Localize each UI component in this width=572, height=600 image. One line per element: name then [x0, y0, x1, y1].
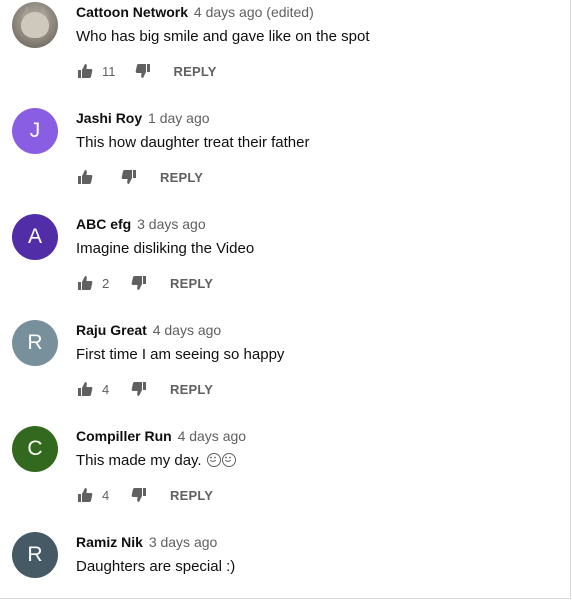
comment-author[interactable]: ABC efg — [76, 216, 131, 232]
comment-header: Raju Great 4 days ago — [76, 322, 221, 338]
reply-button[interactable]: REPLY — [160, 170, 203, 185]
comment-item: J Jashi Roy 1 day ago This how daughter … — [0, 106, 572, 212]
thumbs-up-icon[interactable] — [76, 168, 94, 186]
thumbs-down-icon[interactable] — [130, 380, 148, 398]
reply-button[interactable]: REPLY — [170, 488, 213, 503]
reply-button[interactable]: REPLY — [174, 64, 217, 79]
thumbs-down-icon[interactable] — [130, 486, 148, 504]
comment-time[interactable]: 4 days ago — [178, 428, 247, 444]
comment-item: R Ramiz Nik 3 days ago Daughters are spe… — [0, 530, 572, 598]
avatar[interactable]: C — [12, 426, 58, 472]
avatar-letter: C — [27, 437, 43, 460]
comment-text: Daughters are special :) — [76, 558, 236, 575]
reply-button[interactable]: REPLY — [170, 276, 213, 291]
avatar[interactable]: A — [12, 214, 58, 260]
thumbs-down-icon[interactable] — [134, 62, 152, 80]
comment-item: Cattoon Network 4 days ago (edited) Who … — [0, 0, 572, 106]
comment-header: Jashi Roy 1 day ago — [76, 110, 210, 126]
comment-time[interactable]: 3 days ago — [149, 534, 218, 550]
comment-author[interactable]: Raju Great — [76, 322, 147, 338]
avatar[interactable] — [12, 2, 58, 48]
comment-author[interactable]: Jashi Roy — [76, 110, 142, 126]
reply-button[interactable]: REPLY — [170, 382, 213, 397]
thumbs-up-icon[interactable] — [76, 486, 94, 504]
comment-actions: 4 REPLY — [76, 379, 213, 399]
comment-actions: 4 REPLY — [76, 485, 213, 505]
like-count: 4 — [102, 381, 110, 397]
thumbs-up-icon[interactable] — [76, 380, 94, 398]
comment-header: ABC efg 3 days ago — [76, 216, 206, 232]
thumbs-down-icon[interactable] — [120, 168, 138, 186]
comment-time[interactable]: 4 days ago (edited) — [194, 4, 314, 20]
thumbs-up-icon[interactable] — [76, 62, 94, 80]
avatar-letter: R — [27, 543, 43, 566]
comment-text: First time I am seeing so happy — [76, 346, 285, 363]
avatar-letter: J — [29, 119, 41, 142]
comment-text-row: This made my day. — [76, 452, 236, 470]
like-count: 11 — [102, 63, 116, 79]
comment-time[interactable]: 4 days ago — [153, 322, 222, 338]
comments-panel: Cattoon Network 4 days ago (edited) Who … — [0, 0, 571, 599]
comment-text: This how daughter treat their father — [76, 134, 310, 151]
comment-text: Who has big smile and gave like on the s… — [76, 28, 370, 45]
comment-author[interactable]: Cattoon Network — [76, 4, 188, 20]
avatar[interactable]: J — [12, 108, 58, 154]
avatar[interactable]: R — [12, 532, 58, 578]
comment-author[interactable]: Compiller Run — [76, 428, 172, 444]
like-count: 2 — [102, 275, 110, 291]
smiley-icon — [206, 453, 221, 467]
avatar-letter: A — [27, 225, 42, 248]
comment-actions: 2 REPLY — [76, 273, 213, 293]
smiley-icon — [221, 453, 236, 467]
like-count: 4 — [102, 487, 110, 503]
cat-photo-avatar — [21, 12, 49, 38]
thumbs-down-icon[interactable] — [130, 274, 148, 292]
comment-item: A ABC efg 3 days ago Imagine disliking t… — [0, 212, 572, 318]
comment-time[interactable]: 3 days ago — [137, 216, 206, 232]
comment-text: Imagine disliking the Video — [76, 240, 255, 257]
comment-header: Cattoon Network 4 days ago (edited) — [76, 4, 314, 20]
thumbs-up-icon[interactable] — [76, 274, 94, 292]
comment-time[interactable]: 1 day ago — [148, 110, 210, 126]
avatar[interactable]: R — [12, 320, 58, 366]
comment-author[interactable]: Ramiz Nik — [76, 534, 143, 550]
avatar-letter: R — [27, 331, 43, 354]
comment-item: C Compiller Run 4 days ago This made my … — [0, 424, 572, 530]
comment-header: Ramiz Nik 3 days ago — [76, 534, 217, 550]
comment-text: This made my day. — [76, 452, 206, 469]
comment-item: R Raju Great 4 days ago First time I am … — [0, 318, 572, 424]
comment-actions: 11 REPLY — [76, 61, 217, 81]
comment-actions: REPLY — [76, 167, 203, 187]
comment-header: Compiller Run 4 days ago — [76, 428, 246, 444]
